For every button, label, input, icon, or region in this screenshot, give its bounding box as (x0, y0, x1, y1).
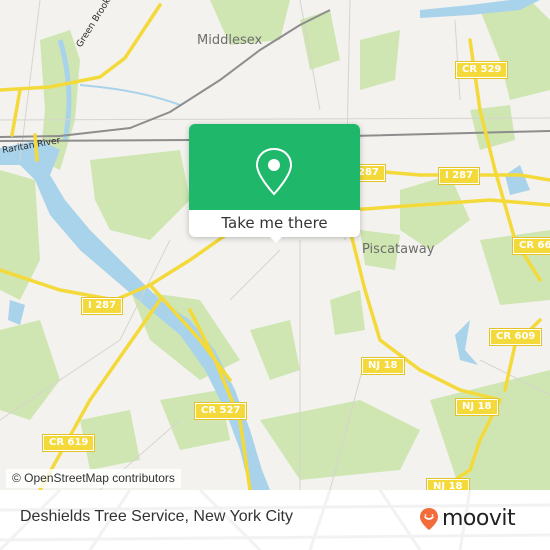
route-shield-cr529: CR 529 (454, 61, 509, 79)
popup-header (189, 124, 360, 210)
popup-body: Take me there (189, 210, 360, 237)
map-view[interactable]: Middlesex Piscataway Raritan River Green… (0, 0, 550, 490)
route-shield-nj18: NJ 18 (426, 478, 470, 490)
popup-tail (269, 236, 283, 243)
place-label-middlesex: Middlesex (197, 33, 263, 48)
take-me-there-button[interactable]: Take me there (221, 214, 327, 232)
map-pin-icon (255, 147, 293, 196)
moovit-smile-pin-icon (420, 508, 438, 530)
place-title: Deshields Tree Service, New York City (20, 508, 293, 525)
place-label-piscataway: Piscataway (362, 242, 435, 257)
route-shield-i287: I 287 (80, 297, 124, 315)
route-shield-cr609: CR 609 (488, 328, 543, 346)
route-shield-cr619: CR 619 (41, 434, 96, 452)
route-shield-i287: I 287 (437, 167, 481, 185)
route-shield-cr527: CR 527 (193, 402, 248, 420)
moovit-logo[interactable]: moovit (419, 506, 516, 532)
location-popup: Take me there (189, 124, 360, 243)
moovit-wordmark: moovit (442, 506, 516, 531)
route-shield-nj18: NJ 18 (361, 357, 405, 375)
map-attribution[interactable]: © OpenStreetMap contributors (6, 469, 181, 488)
route-shield-nj18: NJ 18 (455, 398, 499, 416)
route-shield-cr665: CR 665 (511, 237, 550, 255)
